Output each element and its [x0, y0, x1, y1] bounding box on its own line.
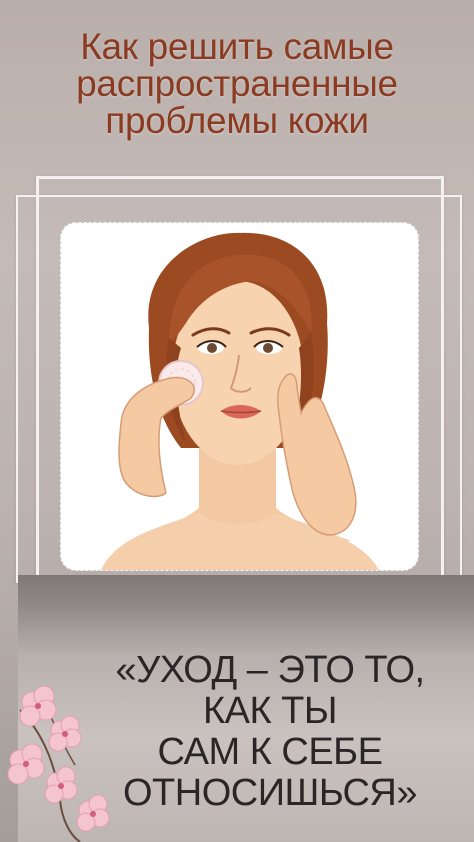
- illustration-card: [60, 222, 419, 571]
- quote: «УХОД – ЭТО ТО, КАК ТЫ САМ К СЕБЕ ОТНОСИ…: [90, 650, 450, 814]
- quote-line-1: «УХОД – ЭТО ТО,: [115, 649, 425, 691]
- title-line-2: распространенные: [76, 63, 398, 104]
- quote-line-2: КАК ТЫ: [202, 690, 338, 732]
- title-line-3: проблемы кожи: [105, 100, 369, 141]
- cherry-blossom-icon: [7, 685, 110, 842]
- title-line-1: Как решить самые: [80, 26, 394, 67]
- page-title: Как решить самые распространенные пробле…: [0, 28, 474, 139]
- woman-applying-cotton-pad-icon: [101, 232, 379, 570]
- poster: Как решить самые распространенные пробле…: [0, 0, 474, 842]
- quote-line-4: ОТНОСИШЬСЯ»: [123, 772, 417, 814]
- quote-line-3: САМ К СЕБЕ: [157, 731, 383, 773]
